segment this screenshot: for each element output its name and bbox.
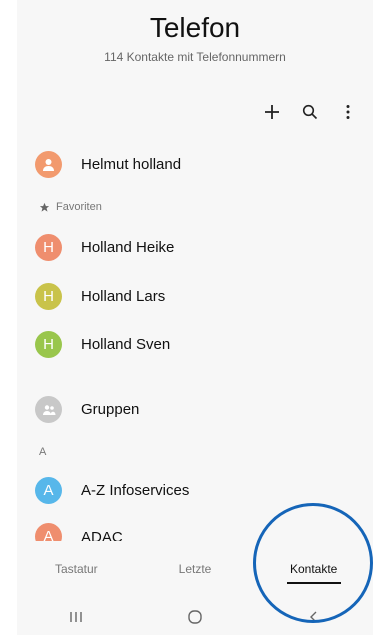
toolbar [261, 101, 359, 123]
recent-apps-icon[interactable] [56, 602, 96, 632]
avatar: H [35, 331, 62, 358]
contact-name: ADAC [81, 529, 123, 541]
more-vertical-icon[interactable] [337, 101, 359, 123]
contact-name: Holland Lars [81, 288, 166, 305]
tab-label: Letzte [178, 562, 212, 576]
avatar: A [35, 523, 62, 541]
tab-label: Tastatur [54, 562, 98, 576]
home-icon[interactable] [175, 602, 215, 632]
contact-name: Holland Sven [81, 336, 171, 353]
list-item[interactable]: A A-Z Infoservices [35, 477, 189, 504]
groups-label: Gruppen [81, 401, 140, 418]
list-item[interactable]: H Holland Lars [35, 283, 165, 310]
plus-icon[interactable] [261, 101, 283, 123]
avatar: H [35, 234, 62, 261]
page-title: Telefon [149, 12, 241, 43]
section-letter: A [39, 446, 47, 458]
search-icon[interactable] [299, 101, 321, 123]
favorites-label: Favoriten [56, 201, 102, 213]
contact-name: Holland Heike [81, 239, 175, 256]
tab-letzte[interactable]: Letzte [136, 556, 255, 592]
groups-icon [35, 396, 62, 423]
contact-name: A-Z Infoservices [81, 482, 190, 499]
highlight-circle [253, 503, 373, 623]
avatar: H [35, 283, 62, 310]
groups-row[interactable]: Gruppen [35, 396, 139, 423]
contact-count: 114 Kontakte mit Telefonnummern [104, 50, 286, 64]
star-icon [39, 202, 50, 212]
list-item[interactable]: H Holland Heike [35, 234, 174, 261]
favorites-header: Favoriten [39, 201, 102, 213]
tab-tastatur[interactable]: Tastatur [17, 556, 136, 592]
avatar: A [35, 477, 62, 504]
profile-name: Helmut holland [81, 156, 182, 173]
person-icon [35, 151, 62, 178]
list-item[interactable]: A ADAC [35, 523, 123, 541]
list-item[interactable]: H Holland Sven [35, 331, 170, 358]
profile-row[interactable]: Helmut holland [35, 151, 181, 178]
